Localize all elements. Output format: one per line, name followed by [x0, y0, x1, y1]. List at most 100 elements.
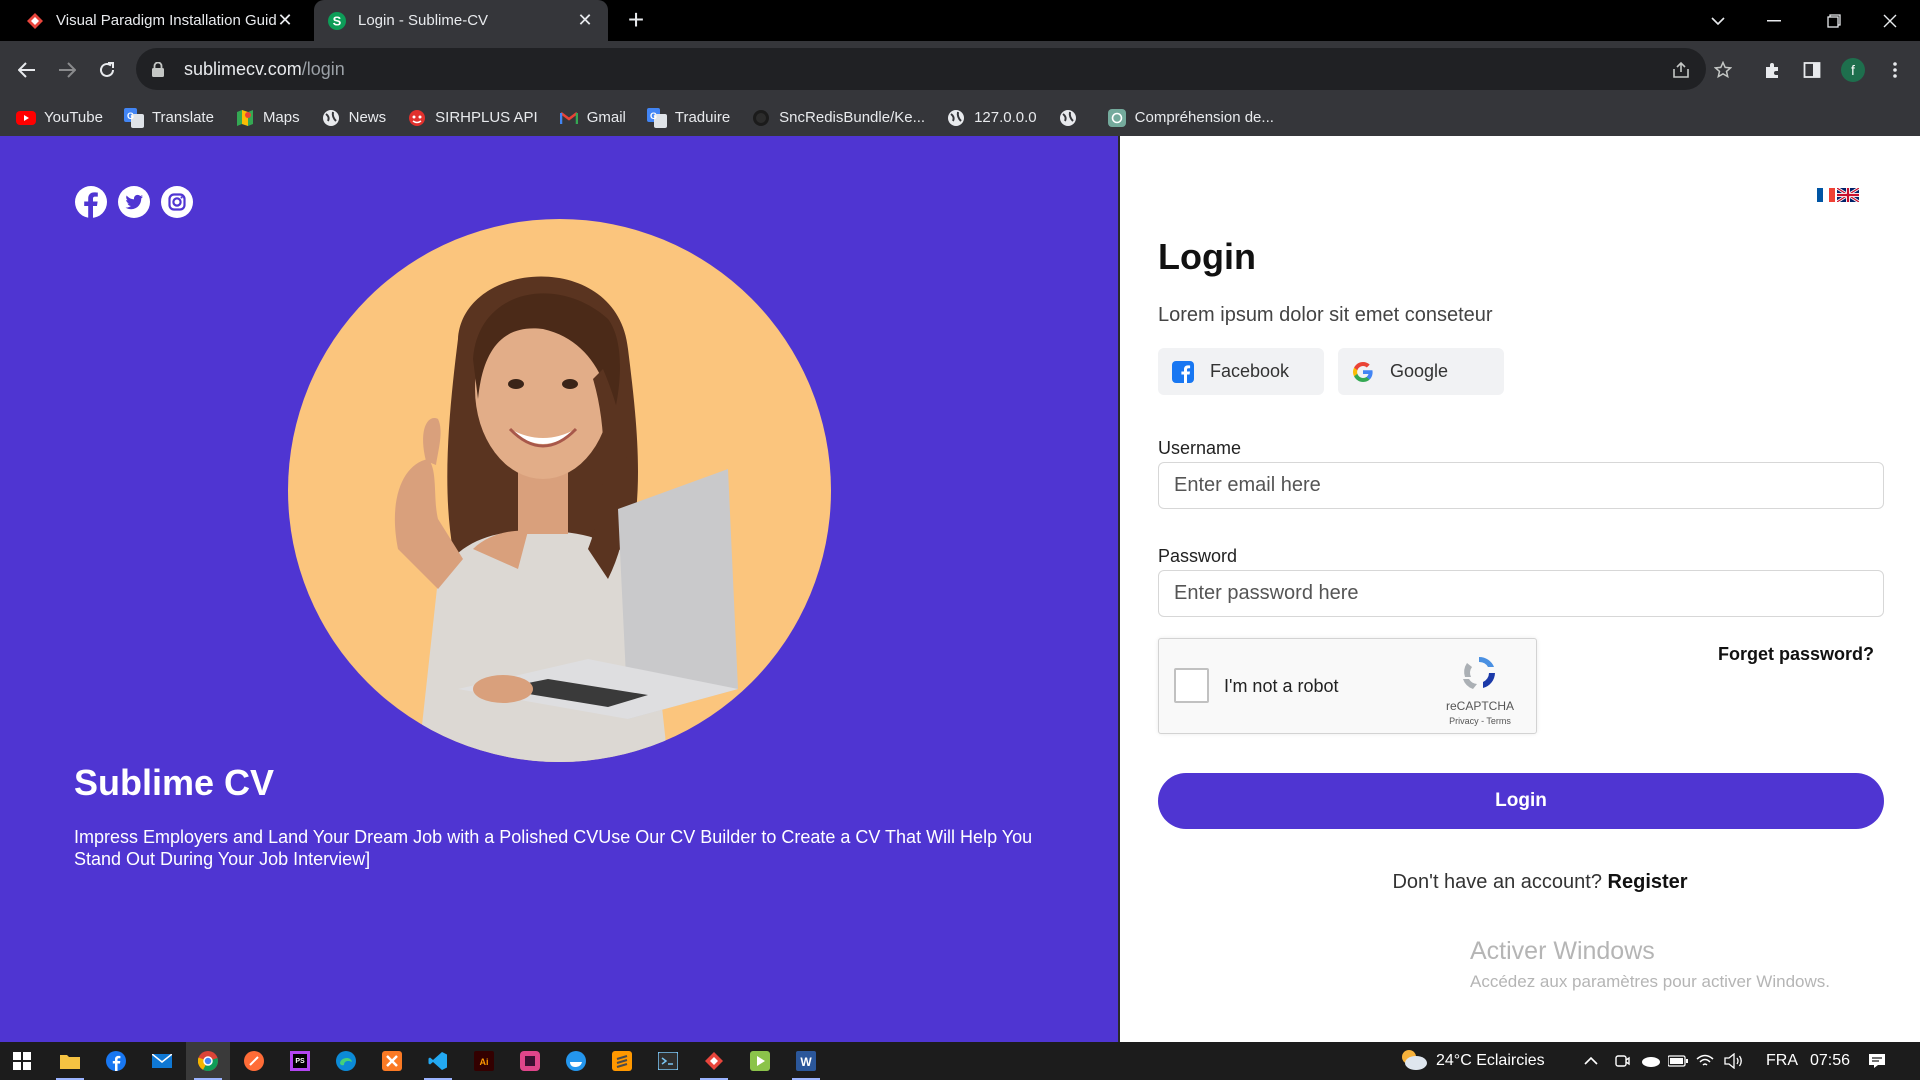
- bookmark-sncredisbundle[interactable]: SncRedisBundle/Ke...: [751, 108, 925, 128]
- bookmark-label: Gmail: [586, 109, 626, 126]
- menu-kebab-icon[interactable]: [1878, 53, 1912, 87]
- sirhplus-icon: [407, 108, 427, 128]
- password-label: Password: [1158, 546, 1238, 566]
- recaptcha-logo-icon: [1457, 653, 1501, 693]
- bookmark-maps[interactable]: Maps: [235, 108, 300, 128]
- close-window-button[interactable]: [1862, 0, 1918, 41]
- bookmark-youtube[interactable]: YouTube: [16, 108, 103, 128]
- google-login-button[interactable]: Google: [1338, 348, 1504, 395]
- weather-widget[interactable]: 24°C Eclaircies: [1398, 1042, 1545, 1080]
- facebook-login-button[interactable]: Facebook: [1158, 348, 1324, 395]
- onedrive-icon[interactable]: [1640, 1042, 1660, 1080]
- illustrator-icon[interactable]: Ai: [462, 1042, 506, 1080]
- tab-search-icon[interactable]: [1690, 0, 1746, 41]
- bookmark-news[interactable]: News: [321, 108, 386, 128]
- visual-paradigm-icon: [26, 12, 44, 30]
- edge-icon[interactable]: [324, 1042, 368, 1080]
- forward-icon[interactable]: [50, 53, 84, 87]
- weather-text: 24°C Eclaircies: [1436, 1052, 1545, 1069]
- bookmark-label: SncRedisBundle/Ke...: [779, 109, 926, 126]
- bookmark-label: YouTube: [44, 109, 103, 126]
- password-input[interactable]: [1158, 570, 1884, 617]
- bookmark-label: Traduire: [674, 109, 731, 126]
- bookmark-globe[interactable]: [1058, 108, 1086, 128]
- french-flag-icon[interactable]: [1817, 188, 1835, 207]
- login-panel: Login Lorem ipsum dolor sit emet consete…: [1120, 136, 1920, 1042]
- tab-visual-paradigm[interactable]: Visual Paradigm Installation Guide ✕: [12, 0, 308, 41]
- bookmark-label: Translate: [151, 109, 214, 126]
- extensions-icon[interactable]: [1755, 53, 1789, 87]
- minimize-button[interactable]: [1746, 0, 1802, 41]
- bookmark-traduire[interactable]: G Traduire: [646, 107, 731, 128]
- tab-sublime-cv[interactable]: S Login - Sublime-CV ✕: [314, 0, 608, 41]
- terminal-icon[interactable]: [646, 1042, 690, 1080]
- recaptcha-widget: I'm not a robot reCAPTCHA Privacy - Term…: [1158, 638, 1537, 734]
- meet-now-icon[interactable]: [1614, 1042, 1630, 1080]
- side-panel-icon[interactable]: [1795, 53, 1829, 87]
- bookmark-translate[interactable]: G Translate: [123, 107, 214, 128]
- docker-icon[interactable]: [554, 1042, 598, 1080]
- facebook-icon[interactable]: [74, 185, 108, 219]
- media-player-icon[interactable]: [738, 1042, 782, 1080]
- restore-button[interactable]: [1806, 0, 1862, 41]
- profile-initial: f: [1841, 58, 1865, 82]
- facebook-label: Facebook: [1210, 361, 1290, 381]
- close-tab-icon[interactable]: ✕: [576, 10, 594, 30]
- lock-icon[interactable]: [152, 61, 170, 77]
- address-bar[interactable]: sublimecv.com/login: [136, 48, 1706, 90]
- share-icon[interactable]: [1664, 53, 1698, 87]
- recaptcha-label: I'm not a robot: [1224, 676, 1339, 696]
- weather-icon: [1398, 1047, 1428, 1076]
- language-indicator[interactable]: FRA: [1766, 1042, 1798, 1080]
- svg-text:G: G: [650, 111, 657, 121]
- battery-icon[interactable]: [1668, 1042, 1688, 1080]
- reload-icon[interactable]: [90, 53, 124, 87]
- profile-avatar[interactable]: f: [1836, 53, 1870, 87]
- translate-icon: G: [123, 107, 144, 128]
- new-tab-button[interactable]: +: [622, 6, 650, 34]
- sublime-text-icon[interactable]: [600, 1042, 644, 1080]
- facebook-app-icon[interactable]: [94, 1042, 138, 1080]
- pinned-app-icon[interactable]: [508, 1042, 552, 1080]
- brand-title: Sublime CV: [74, 762, 275, 803]
- mail-icon[interactable]: [140, 1042, 184, 1080]
- bookmark-gmail[interactable]: Gmail: [559, 108, 626, 128]
- bookmark-localhost[interactable]: 127.0.0.0: [946, 108, 1037, 128]
- instagram-icon[interactable]: [160, 185, 194, 219]
- username-input[interactable]: [1158, 462, 1884, 509]
- login-submit-button[interactable]: Login: [1158, 773, 1884, 829]
- show-hidden-icons-icon[interactable]: [1584, 1042, 1598, 1080]
- recaptcha-checkbox[interactable]: [1174, 668, 1209, 703]
- register-link[interactable]: Register: [1608, 871, 1688, 893]
- recaptcha-brand: reCAPTCHA: [1445, 699, 1514, 713]
- github-icon: [751, 108, 771, 128]
- phpstorm-icon[interactable]: PS: [278, 1042, 322, 1080]
- word-icon[interactable]: W: [784, 1042, 828, 1080]
- visual-paradigm-icon[interactable]: [692, 1042, 736, 1080]
- wifi-icon[interactable]: [1696, 1042, 1714, 1080]
- url-host: sublimecv.com: [184, 58, 302, 79]
- uk-flag-icon[interactable]: [1836, 186, 1860, 207]
- xampp-icon[interactable]: [370, 1042, 414, 1080]
- forgot-password-link[interactable]: Forget password?: [1718, 644, 1874, 665]
- clock[interactable]: 07:56: [1810, 1042, 1850, 1080]
- translate-icon: G: [646, 107, 667, 128]
- tab-strip: Visual Paradigm Installation Guide ✕ S L…: [0, 0, 1920, 41]
- notifications-icon[interactable]: [1868, 1042, 1886, 1080]
- bookmark-sirhplus[interactable]: SIRHPLUS API: [407, 108, 538, 128]
- recaptcha-terms-link[interactable]: Privacy - Terms: [1439, 716, 1521, 726]
- close-tab-icon[interactable]: ✕: [276, 10, 294, 30]
- vscode-icon[interactable]: [416, 1042, 460, 1080]
- windows-start-icon[interactable]: [0, 1042, 44, 1080]
- bookmark-star-icon[interactable]: [1706, 53, 1740, 87]
- username-label: Username: [1158, 438, 1242, 458]
- twitter-icon[interactable]: [117, 185, 151, 219]
- bookmark-comprehension[interactable]: Compréhension de...: [1107, 108, 1274, 128]
- svg-text:Ai: Ai: [480, 1057, 489, 1067]
- chrome-icon[interactable]: [186, 1042, 230, 1080]
- postman-icon[interactable]: [232, 1042, 276, 1080]
- volume-icon[interactable]: [1724, 1042, 1744, 1080]
- facebook-icon: [1172, 360, 1194, 383]
- file-explorer-icon[interactable]: [48, 1042, 92, 1080]
- back-icon[interactable]: [10, 53, 44, 87]
